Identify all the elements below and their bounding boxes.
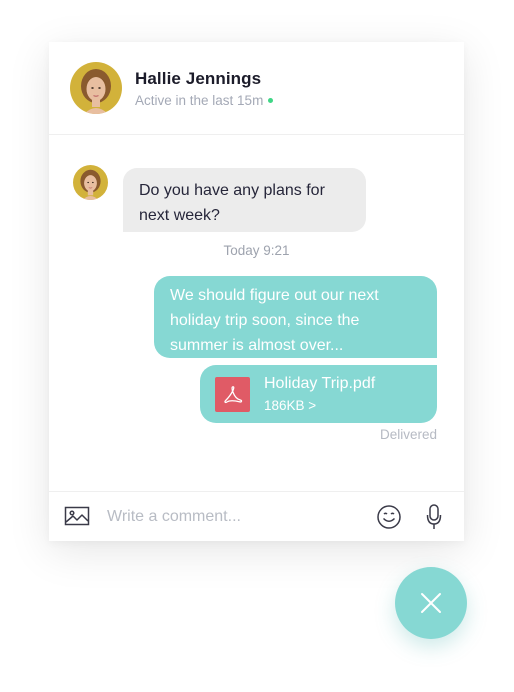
incoming-message: Do you have any plans for next week? bbox=[123, 168, 366, 232]
outgoing-message: We should figure out our next holiday tr… bbox=[154, 276, 437, 358]
status-text: Active in the last 15m bbox=[135, 93, 264, 108]
message-avatar bbox=[73, 165, 108, 200]
stage: Hallie Jennings Active in the last 15m D… bbox=[0, 0, 514, 692]
composer-bar bbox=[49, 491, 464, 541]
contact-status: Active in the last 15m bbox=[135, 93, 274, 108]
pdf-icon bbox=[215, 377, 250, 412]
file-size: 186KB > bbox=[264, 398, 317, 413]
emoji-icon[interactable] bbox=[376, 504, 402, 530]
comment-input[interactable] bbox=[107, 504, 357, 530]
message-timestamp: Today 9:21 bbox=[223, 243, 290, 258]
file-name: Holiday Trip.pdf bbox=[264, 375, 376, 392]
microphone-icon[interactable] bbox=[426, 503, 442, 531]
file-attachment[interactable]: Holiday Trip.pdf 186KB > bbox=[200, 365, 437, 423]
close-icon bbox=[421, 593, 441, 613]
contact-name: Hallie Jennings bbox=[135, 69, 262, 88]
chat-header: Hallie Jennings Active in the last 15m bbox=[49, 42, 464, 135]
delivery-status: Delivered bbox=[379, 427, 437, 442]
image-icon[interactable] bbox=[64, 505, 90, 527]
close-chat-button[interactable] bbox=[395, 567, 467, 639]
chat-window: Hallie Jennings Active in the last 15m D… bbox=[49, 42, 464, 541]
online-indicator bbox=[268, 98, 274, 103]
contact-avatar[interactable] bbox=[70, 62, 122, 114]
